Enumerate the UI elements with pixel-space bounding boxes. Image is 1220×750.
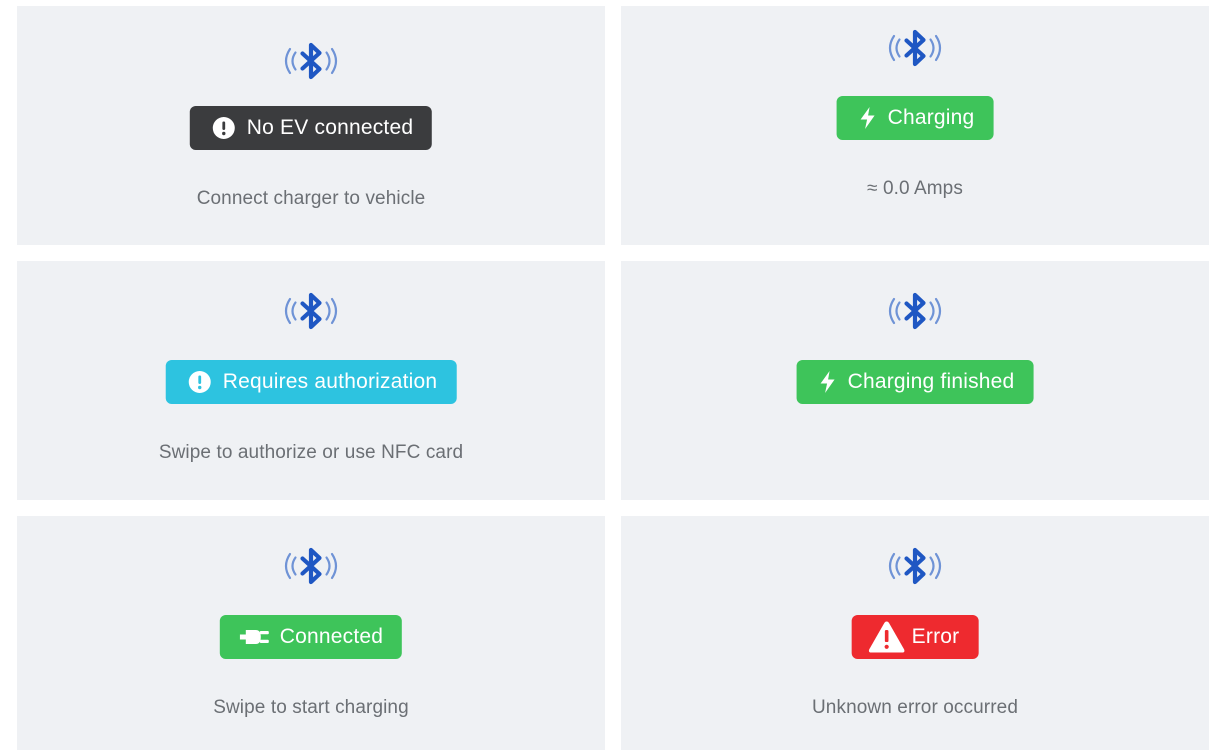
status-label: Charging finished bbox=[847, 370, 1015, 393]
status-label: Error bbox=[911, 625, 960, 648]
bluetooth-signal-icon bbox=[276, 39, 346, 83]
bluetooth-signal-icon bbox=[276, 289, 346, 333]
status-label: Connected bbox=[279, 625, 384, 648]
status-pill-error: Error bbox=[851, 615, 979, 659]
warning-triangle-icon bbox=[868, 620, 906, 654]
status-pill-connected: Connected bbox=[219, 615, 403, 659]
bluetooth-signal-icon bbox=[276, 544, 346, 588]
status-subtitle: Swipe to start charging bbox=[213, 697, 409, 718]
plug-icon bbox=[239, 627, 274, 647]
lightning-bolt-icon bbox=[859, 106, 877, 130]
status-label: Requires authorization bbox=[222, 370, 438, 393]
bluetooth-signal-icon bbox=[880, 544, 950, 588]
status-subtitle: Swipe to authorize or use NFC card bbox=[158, 442, 464, 463]
status-subtitle: Connect charger to vehicle bbox=[196, 188, 426, 209]
bluetooth-signal-icon bbox=[880, 289, 950, 333]
status-card-requires-auth: Requires authorization Swipe to authoriz… bbox=[17, 261, 605, 500]
status-label: No EV connected bbox=[246, 116, 414, 139]
status-pill-no-ev: No EV connected bbox=[189, 106, 433, 150]
status-pill-charging-finished: Charging finished bbox=[796, 360, 1034, 404]
status-subtitle: ≈ 0.0 Amps bbox=[867, 178, 963, 199]
status-pill-requires-auth: Requires authorization bbox=[165, 360, 457, 404]
status-grid: No EV connected Connect charger to vehic… bbox=[0, 0, 1220, 750]
status-card-no-ev: No EV connected Connect charger to vehic… bbox=[17, 6, 605, 245]
status-card-charging: Charging ≈ 0.0 Amps bbox=[621, 6, 1209, 245]
status-label: Charging bbox=[887, 106, 975, 129]
exclamation-circle-icon bbox=[212, 116, 236, 140]
status-card-charging-finished: Charging finished bbox=[621, 261, 1209, 500]
status-card-connected: Connected Swipe to start charging bbox=[17, 516, 605, 750]
status-card-error: Error Unknown error occurred bbox=[621, 516, 1209, 750]
bluetooth-signal-icon bbox=[880, 26, 950, 70]
lightning-bolt-icon bbox=[819, 370, 837, 394]
exclamation-circle-icon bbox=[188, 370, 212, 394]
status-pill-charging: Charging bbox=[836, 96, 994, 140]
status-subtitle: Unknown error occurred bbox=[811, 697, 1018, 718]
